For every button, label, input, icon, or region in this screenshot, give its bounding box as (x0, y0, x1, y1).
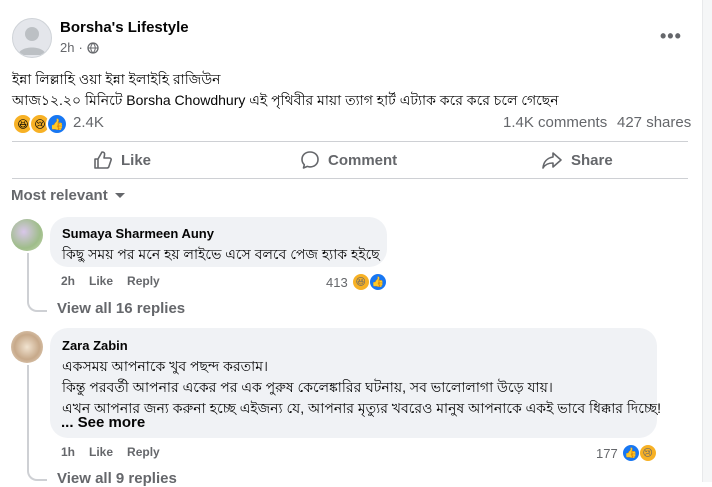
comment-actions: 1h Like Reply (61, 445, 160, 459)
comment-text: কিছু সময় পর মনে হয় লাইভে এসে বলবে পেজ … (62, 246, 380, 262)
like-button[interactable]: Like (93, 150, 151, 170)
commenter-avatar[interactable] (11, 331, 43, 363)
comment-reactions[interactable]: 413 😆 👍 (326, 273, 387, 291)
reaction-icons[interactable]: 😆 😢 👍 (12, 113, 68, 135)
comment-like-button[interactable]: Like (89, 445, 113, 459)
sad-icon: 😢 (638, 444, 657, 462)
comment-reaction-count: 413 (326, 274, 348, 290)
share-arrow-icon (542, 152, 562, 169)
like-icon: 👍 (621, 444, 640, 462)
reaction-count[interactable]: 2.4K (73, 114, 104, 131)
scrollbar[interactable] (702, 0, 712, 482)
comment-like-button[interactable]: Like (89, 274, 113, 288)
comment-reply-button[interactable]: Reply (127, 445, 160, 459)
more-options-icon[interactable]: ••• (660, 26, 682, 47)
comment-label: Comment (328, 151, 398, 169)
thread-line (27, 296, 47, 312)
page-name[interactable]: Borsha's Lifestyle (60, 19, 189, 36)
like-icon: 👍 (368, 273, 387, 291)
comment-reactions[interactable]: 177 👍 😢 (596, 444, 657, 462)
post-time[interactable]: 2h (60, 40, 74, 55)
sort-label: Most relevant (11, 187, 108, 204)
comment-actions: 2h Like Reply (61, 274, 160, 288)
comment-time[interactable]: 1h (61, 445, 75, 459)
post-meta: 2h · (60, 40, 99, 55)
like-label: Like (121, 151, 152, 169)
comment-time[interactable]: 2h (61, 274, 75, 288)
comment-text-line: এখন আপনার জন্য করুনা হচ্ছে এইজন্য যে, আপ… (62, 400, 661, 416)
comment-button[interactable]: Comment (300, 150, 397, 170)
comment-icon (301, 151, 319, 169)
thumbs-up-icon (94, 151, 112, 169)
see-more-link[interactable]: ... See more (61, 414, 145, 431)
comment-bubble: Sumaya Sharmeen Auny কিছু সময় পর মনে হয… (50, 217, 387, 267)
view-replies-link[interactable]: View all 16 replies (57, 300, 185, 317)
divider (12, 141, 688, 142)
globe-icon (87, 41, 99, 54)
haha-icon: 😆 (351, 273, 370, 291)
commenter-name[interactable]: Sumaya Sharmeen Auny (62, 226, 214, 241)
like-icon: 👍 (46, 113, 68, 135)
comment-reply-button[interactable]: Reply (127, 274, 160, 288)
page-avatar[interactable] (12, 18, 52, 58)
shares-count[interactable]: 427 shares (617, 114, 691, 131)
thread-line (27, 365, 29, 465)
view-replies-link[interactable]: View all 9 replies (57, 470, 177, 487)
comment-bubble: Zara Zabin একসময় আপনাকে খুব পছন্দ করতাম… (50, 328, 661, 438)
thread-line (27, 465, 47, 481)
default-avatar-icon (18, 27, 46, 55)
comment-reaction-count: 177 (596, 445, 618, 461)
thread-line (27, 253, 29, 296)
comments-count[interactable]: 1.4K comments (503, 114, 607, 131)
post-text-line-2: আজ১২.২০ মিনিটে Borsha Chowdhury এই পৃথিব… (12, 92, 559, 108)
share-button[interactable]: Share (541, 150, 613, 170)
share-label: Share (571, 151, 613, 169)
comment-sort-dropdown[interactable]: Most relevant (11, 187, 126, 204)
divider (12, 178, 688, 179)
commenter-name[interactable]: Zara Zabin (62, 338, 128, 353)
commenter-avatar[interactable] (11, 219, 43, 251)
caret-down-icon (114, 192, 125, 198)
